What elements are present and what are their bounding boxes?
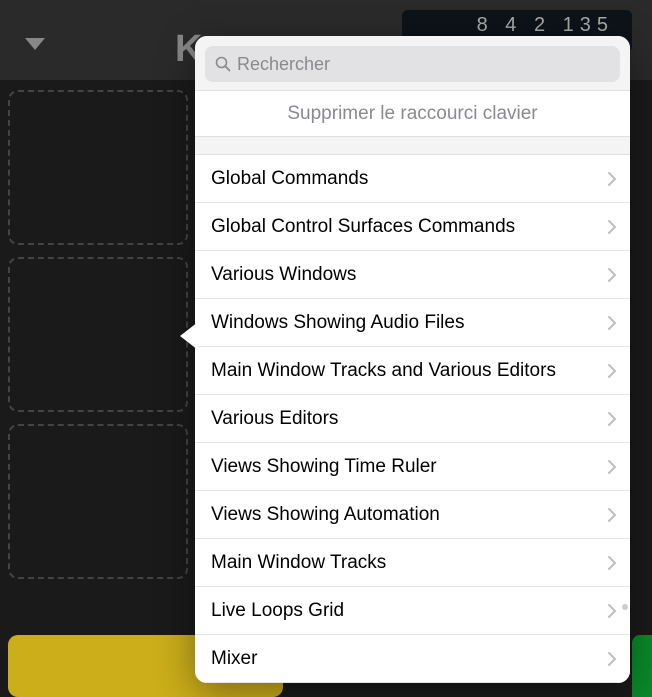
category-row[interactable]: Various Windows xyxy=(195,251,630,299)
chevron-right-icon xyxy=(608,172,616,186)
track-slot[interactable] xyxy=(8,424,188,579)
category-label: Global Control Surfaces Commands xyxy=(211,216,515,238)
chevron-right-icon xyxy=(608,220,616,234)
category-row[interactable]: Mixer xyxy=(195,635,630,683)
category-label: Mixer xyxy=(211,648,257,670)
chevron-right-icon xyxy=(608,364,616,378)
chevron-right-icon xyxy=(608,460,616,474)
popover-caret-icon xyxy=(180,322,198,350)
category-label: Global Commands xyxy=(211,168,368,190)
category-row[interactable]: Various Editors xyxy=(195,395,630,443)
scroll-indicator xyxy=(622,604,628,610)
chevron-right-icon xyxy=(608,652,616,666)
chevron-right-icon xyxy=(608,556,616,570)
category-row[interactable]: Live Loops Grid xyxy=(195,587,630,635)
category-label: Various Editors xyxy=(211,408,338,430)
shortcuts-popover: Supprimer le raccourci clavier Global Co… xyxy=(195,36,630,683)
category-row[interactable]: Views Showing Time Ruler xyxy=(195,443,630,491)
chevron-right-icon xyxy=(608,604,616,618)
category-label: Views Showing Automation xyxy=(211,504,440,526)
chevron-right-icon xyxy=(608,316,616,330)
category-label: Live Loops Grid xyxy=(211,600,344,622)
search-icon xyxy=(215,56,231,72)
category-list: Global Commands Global Control Surfaces C… xyxy=(195,155,630,683)
category-label: Views Showing Time Ruler xyxy=(211,456,437,478)
delete-shortcut-button[interactable]: Supprimer le raccourci clavier xyxy=(195,91,630,137)
track-slot[interactable] xyxy=(8,90,188,245)
track-slot[interactable] xyxy=(8,257,188,412)
category-row[interactable]: Views Showing Automation xyxy=(195,491,630,539)
dropdown-arrow-icon[interactable] xyxy=(25,38,45,50)
search-box[interactable] xyxy=(205,46,620,82)
category-row[interactable]: Global Control Surfaces Commands xyxy=(195,203,630,251)
green-region[interactable] xyxy=(632,635,652,697)
position-counter: 8 4 2 135 xyxy=(477,14,614,37)
search-container xyxy=(195,36,630,91)
category-label: Main Window Tracks and Various Editors xyxy=(211,360,556,382)
search-input[interactable] xyxy=(237,54,610,75)
chevron-right-icon xyxy=(608,412,616,426)
category-row[interactable]: Windows Showing Audio Files xyxy=(195,299,630,347)
track-slots xyxy=(8,90,188,591)
category-row[interactable]: Global Commands xyxy=(195,155,630,203)
chevron-right-icon xyxy=(608,268,616,282)
category-label: Various Windows xyxy=(211,264,356,286)
category-label: Windows Showing Audio Files xyxy=(211,312,464,334)
category-label: Main Window Tracks xyxy=(211,552,386,574)
category-row[interactable]: Main Window Tracks and Various Editors xyxy=(195,347,630,395)
chevron-right-icon xyxy=(608,508,616,522)
delete-shortcut-label: Supprimer le raccourci clavier xyxy=(287,103,537,125)
section-separator xyxy=(195,137,630,155)
category-row[interactable]: Main Window Tracks xyxy=(195,539,630,587)
